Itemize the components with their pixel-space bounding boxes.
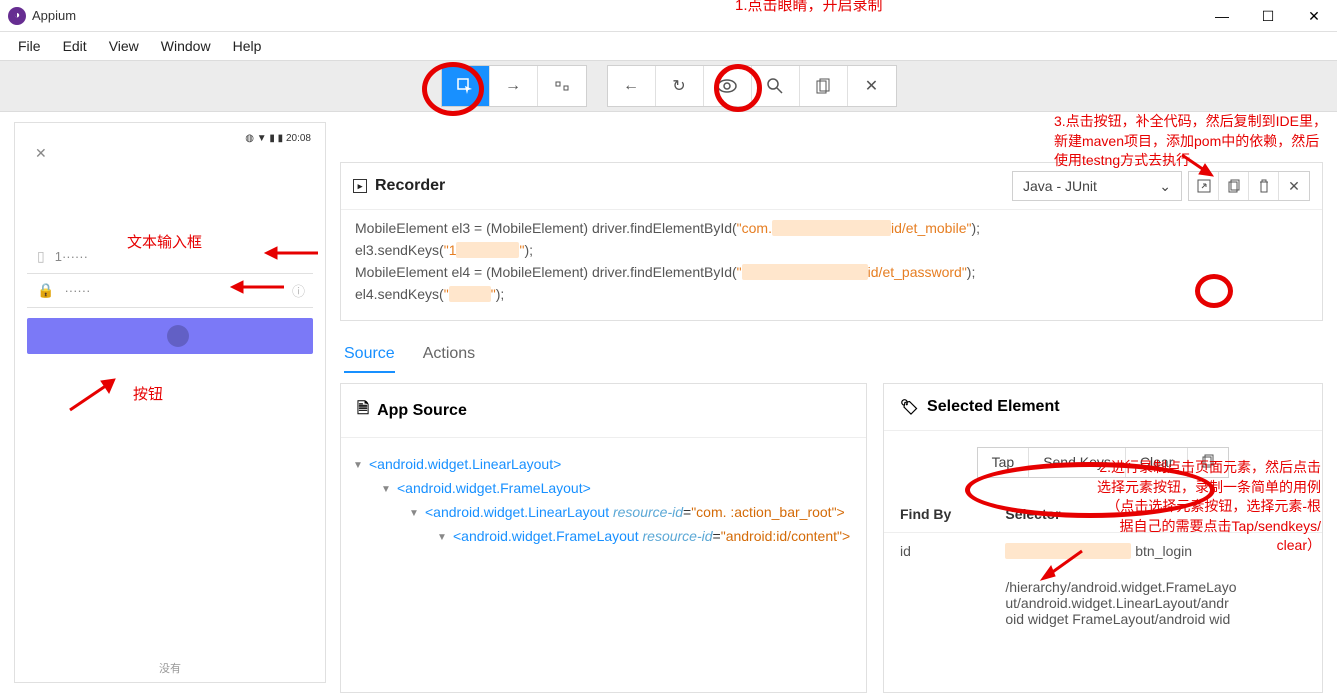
table-row[interactable]: /hierarchy/android.widget.FrameLayo ut/a…	[884, 569, 1322, 637]
toolbar: → ← ↻ ✕	[0, 60, 1337, 112]
annotation-step3: 3.点击按钮，补全代码，然后复制到IDE里， 新建maven项目，添加pom中的…	[1054, 112, 1327, 171]
recorder-card: ▸ Recorder Java - JUnit ⌄	[340, 162, 1323, 321]
search-button[interactable]	[752, 66, 800, 106]
menu-view[interactable]: View	[99, 34, 149, 58]
menu-edit[interactable]: Edit	[53, 34, 97, 58]
device-close-icon[interactable]: ✕	[35, 145, 47, 162]
inspector-panel: 3.点击按钮，补全代码，然后复制到IDE里， 新建maven项目，添加pom中的…	[340, 112, 1337, 693]
source-tree[interactable]: ▼<android.widget.LinearLayout> ▼<android…	[341, 438, 866, 562]
annotation-arrow-3	[65, 375, 125, 420]
device-button-highlight	[167, 325, 189, 347]
device-preview-panel: ◍ ▼ ▮ ▮ 20:08 ✕ 文本输入框 ▯ 1······ 🔒 ······…	[0, 112, 340, 693]
device-login-button[interactable]	[27, 318, 313, 354]
device-input-password-value: ······	[64, 283, 90, 298]
annotation-button: 按钮	[133, 383, 163, 404]
findby-header: Find By	[884, 496, 989, 533]
menu-bar: File Edit View Window Help	[0, 32, 1337, 60]
app-source-title: App Source	[377, 402, 467, 420]
delete-code-button[interactable]	[1249, 172, 1279, 200]
app-logo-icon: ◑	[8, 7, 26, 25]
device-bottom-text: 没有	[159, 660, 181, 676]
minimize-button[interactable]: —	[1199, 0, 1245, 32]
trash-icon	[1258, 179, 1270, 193]
toolbar-group-2: ← ↻ ✕	[607, 65, 897, 107]
device-frame[interactable]: ◍ ▼ ▮ ▮ 20:08 ✕ 文本输入框 ▯ 1······ 🔒 ······…	[14, 122, 326, 683]
annotation-step2: 2.进行录制点击页面元素，然后点击 选择元素按钮，录制一条简单的用例 （点击选择…	[1097, 458, 1321, 556]
device-input-password[interactable]: 🔒 ······ ⓘ	[27, 274, 313, 308]
copy-code-button[interactable]	[1219, 172, 1249, 200]
language-select-value: Java - JUnit	[1023, 178, 1097, 194]
recorder-icon: ▸	[353, 179, 367, 193]
maximize-button[interactable]: ☐	[1245, 0, 1291, 32]
menu-help[interactable]: Help	[223, 34, 272, 58]
title-bar: ◑ Appium — ☐ ✕	[0, 0, 1337, 32]
copy-icon	[1228, 179, 1240, 193]
device-status-bar: ◍ ▼ ▮ ▮ 20:08	[23, 131, 317, 146]
tree-node[interactable]: <android.widget.FrameLayout resource-id=…	[453, 528, 850, 544]
select-icon	[456, 77, 474, 95]
window-title: Appium	[32, 8, 76, 23]
annotation-arrow-2	[229, 276, 289, 304]
quit-button[interactable]: ✕	[848, 66, 896, 106]
annotation-start-record: 1.点击眼睛，开启录制	[735, 0, 883, 15]
menu-window[interactable]: Window	[151, 34, 221, 58]
device-input-mobile-value: 1······	[55, 249, 88, 264]
copy-xml-button[interactable]	[800, 66, 848, 106]
selected-element-title: Selected Element	[927, 398, 1060, 416]
annotation-arrow-step2	[1037, 546, 1087, 591]
recorder-title: ▸ Recorder	[353, 177, 445, 195]
close-recorder-button[interactable]: ✕	[1279, 172, 1309, 200]
eye-icon	[717, 79, 737, 93]
toolbar-group-1: →	[441, 65, 587, 107]
tab-source[interactable]: Source	[344, 345, 395, 373]
refresh-button[interactable]: ↻	[656, 66, 704, 106]
tree-node[interactable]: <android.widget.LinearLayout resource-id…	[425, 504, 845, 520]
tree-node[interactable]: <android.widget.LinearLayout>	[369, 456, 561, 472]
close-button[interactable]: ✕	[1291, 0, 1337, 32]
tap-coord-button[interactable]	[538, 66, 586, 106]
tag-icon: 🏷	[900, 398, 919, 416]
file-icon: 🗎	[357, 398, 369, 423]
recorder-code[interactable]: MobileElement el3 = (MobileElement) driv…	[341, 210, 1322, 320]
back-button[interactable]: ←	[608, 66, 656, 106]
phone-icon: ▯	[37, 248, 45, 265]
chevron-down-icon: ⌄	[1159, 178, 1171, 195]
device-input-mobile[interactable]: ▯ 1······	[27, 240, 313, 274]
app-source-card: 🗎 App Source ▼<android.widget.LinearLayo…	[340, 383, 867, 693]
tab-actions[interactable]: Actions	[423, 345, 475, 373]
tree-node[interactable]: <android.widget.FrameLayout>	[397, 480, 591, 496]
menu-file[interactable]: File	[8, 34, 51, 58]
window-controls: — ☐ ✕	[1199, 0, 1337, 32]
record-button[interactable]	[704, 66, 752, 106]
findby-cell: id	[884, 533, 989, 570]
source-tabs: Source Actions	[340, 335, 1323, 373]
help-icon[interactable]: ⓘ	[292, 281, 305, 300]
lock-icon: 🔒	[37, 282, 54, 299]
search-icon	[767, 78, 783, 94]
tap-button[interactable]: Tap	[978, 448, 1030, 477]
annotation-arrow-1	[263, 242, 323, 270]
swipe-button[interactable]: →	[490, 66, 538, 106]
coord-icon	[554, 78, 570, 94]
copy-icon	[816, 78, 830, 94]
language-select[interactable]: Java - JUnit ⌄	[1012, 171, 1182, 201]
select-element-button[interactable]	[442, 66, 490, 106]
